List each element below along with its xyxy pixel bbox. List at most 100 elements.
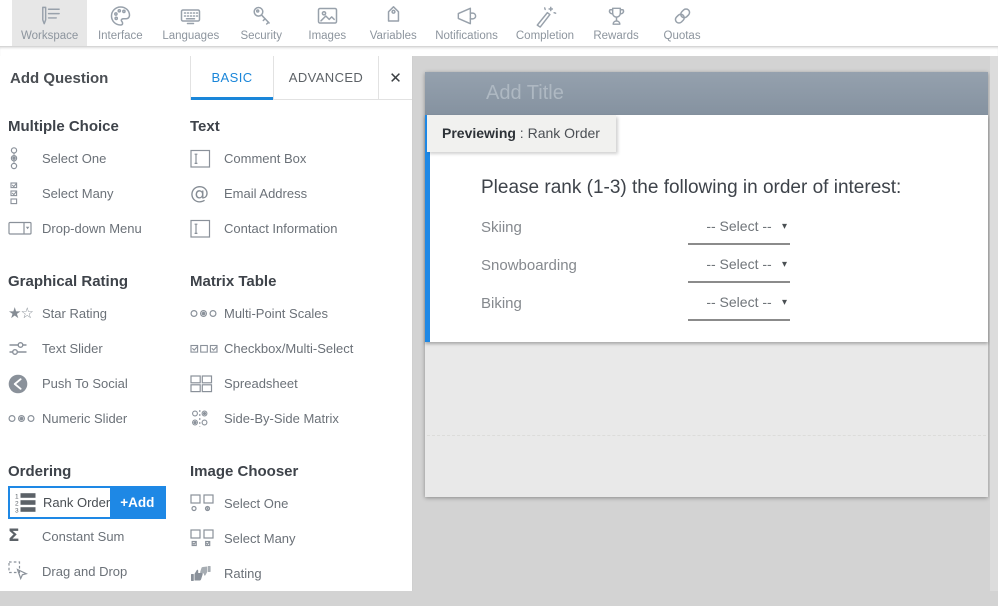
tab-advanced[interactable]: ADVANCED <box>273 56 378 100</box>
toolbar-item-security[interactable]: Security <box>228 0 294 46</box>
question-type-contact-information[interactable]: Contact Information <box>190 211 408 246</box>
rank-rows: Skiing-- Select --▾Snowboarding-- Select… <box>430 208 988 322</box>
variables-icon <box>381 3 406 29</box>
close-icon: ✕ <box>389 69 402 87</box>
section-multiple-choice: Multiple ChoiceSelect OneSelect ManyDrop… <box>8 106 190 246</box>
svg-text:3: 3 <box>15 507 19 513</box>
question-type-label: Select Many <box>224 531 296 546</box>
rank-select-skiing[interactable]: -- Select --▾ <box>688 209 790 245</box>
question-type-drag-and-drop[interactable]: Drag and Drop <box>8 554 190 589</box>
question-type-select-many[interactable]: Select Many <box>8 176 190 211</box>
drag-and-drop-icon <box>8 561 42 582</box>
preview-empty-area <box>425 342 988 497</box>
toolbar-item-images[interactable]: Images <box>294 0 360 46</box>
question-type-side-by-side-matrix[interactable]: Side-By-Side Matrix <box>190 401 408 436</box>
section-graphical-rating: Graphical Rating★☆Star RatingText Slider… <box>8 261 190 436</box>
languages-icon <box>178 3 203 29</box>
toolbar-item-label: Workspace <box>21 30 78 42</box>
question-type-rank-order[interactable]: 123Rank Order+Add <box>8 486 166 519</box>
question-type-sections: Multiple ChoiceSelect OneSelect ManyDrop… <box>0 100 412 606</box>
rewards-icon <box>604 3 629 29</box>
security-icon <box>249 3 274 29</box>
question-type-label: Star Rating <box>42 306 107 321</box>
rank-select-snowboarding[interactable]: -- Select --▾ <box>688 247 790 283</box>
add-button[interactable]: +Add <box>110 488 164 517</box>
select-placeholder: -- Select -- <box>706 256 771 272</box>
toolbar-item-completion[interactable]: Completion <box>507 0 583 46</box>
toolbar-item-interface[interactable]: Interface <box>87 0 153 46</box>
question-type-numeric-slider[interactable]: Numeric Slider <box>8 401 190 436</box>
section-title: Matrix Table <box>190 273 408 290</box>
star-rating-icon: ★☆ <box>8 306 42 321</box>
toolbar-item-quotas[interactable]: Quotas <box>649 0 715 46</box>
section-title: Image Chooser <box>190 463 408 480</box>
question-type-constant-sum[interactable]: ΣConstant Sum <box>8 519 190 554</box>
text-slider-icon <box>8 340 42 357</box>
question-type-label: Rank Order <box>43 495 110 510</box>
rank-row-label: Biking <box>481 295 688 312</box>
add-question-panel: Add Question BASIC ADVANCED ✕ Multiple C… <box>0 56 413 591</box>
toolbar-item-rewards[interactable]: Rewards <box>583 0 649 46</box>
question-type-label: Constant Sum <box>42 529 124 544</box>
question-type-select-one[interactable]: Select One <box>190 486 408 521</box>
toolbar-item-notifications[interactable]: Notifications <box>426 0 507 46</box>
rating-icon <box>190 564 224 583</box>
question-type-spreadsheet[interactable]: Spreadsheet <box>190 366 408 401</box>
toolbar-item-label: Rewards <box>593 30 638 42</box>
question-type-comment-box[interactable]: Comment Box <box>190 141 408 176</box>
dropdown-menu-icon <box>8 220 42 237</box>
question-type-select-one[interactable]: Select One <box>8 141 190 176</box>
question-type-text-slider[interactable]: Text Slider <box>8 331 190 366</box>
contact-info-icon <box>190 219 224 239</box>
section-title: Ordering <box>8 463 190 480</box>
images-icon <box>315 3 340 29</box>
toolbar-item-variables[interactable]: Variables <box>360 0 426 46</box>
previewing-label: Previewing <box>442 125 516 141</box>
rank-order-icon: 123 <box>15 492 43 513</box>
question-type-label: Select One <box>224 496 288 511</box>
multi-point-scales-icon <box>190 307 224 320</box>
comment-box-icon <box>190 149 224 169</box>
image-select-many-icon <box>190 529 224 548</box>
section-title: Text <box>190 118 408 135</box>
close-button[interactable]: ✕ <box>378 56 412 100</box>
question-type-label: Select One <box>42 151 106 166</box>
toolbar-item-label: Languages <box>162 30 219 42</box>
question-type-drop-down-menu[interactable]: Drop-down Menu <box>8 211 190 246</box>
preview-card: Add Title Previewing : Rank Order Please… <box>425 72 988 497</box>
svg-text:1: 1 <box>15 493 19 500</box>
question-type-select-many[interactable]: Select Many <box>190 521 408 556</box>
tab-basic[interactable]: BASIC <box>190 56 273 100</box>
toolbar-item-label: Interface <box>98 30 143 42</box>
question-type-email-address[interactable]: @Email Address <box>190 176 408 211</box>
question-type-multi-point-scales[interactable]: Multi-Point Scales <box>190 296 408 331</box>
add-title-field[interactable]: Add Title <box>425 72 988 115</box>
interface-icon <box>108 3 133 29</box>
question-type-label: Spreadsheet <box>224 376 298 391</box>
top-toolbar: Workspace Interface Languages Security Image… <box>0 0 998 47</box>
toolbar-item-languages[interactable]: Languages <box>153 0 228 46</box>
scrollbar-track[interactable] <box>990 56 998 591</box>
question-type-label: Email Address <box>224 186 307 201</box>
section-title: Graphical Rating <box>8 273 190 290</box>
toolbar-item-label: Quotas <box>664 30 701 42</box>
notifications-icon <box>454 3 479 29</box>
question-type-rating[interactable]: Rating <box>190 556 408 591</box>
numeric-slider-icon <box>8 412 42 425</box>
rank-row-snowboarding: Snowboarding-- Select --▾ <box>430 246 988 284</box>
question-type-checkbox-multi-select[interactable]: Checkbox/Multi-Select <box>190 331 408 366</box>
toolbar-item-workspace[interactable]: Workspace <box>12 0 87 46</box>
select-many-icon <box>8 182 42 205</box>
quotas-icon <box>670 3 695 29</box>
question-type-star-rating[interactable]: ★☆Star Rating <box>8 296 190 331</box>
section-text: Text Comment Box@Email AddressContact Inf… <box>190 106 408 246</box>
toolbar-item-label: Variables <box>370 30 417 42</box>
toolbar-item-label: Notifications <box>435 30 498 42</box>
chevron-down-icon: ▾ <box>782 221 787 232</box>
question-type-push-to-social[interactable]: Push To Social <box>8 366 190 401</box>
side-by-side-matrix-icon <box>190 409 224 429</box>
spreadsheet-icon <box>190 375 224 393</box>
rank-select-biking[interactable]: -- Select --▾ <box>688 285 790 321</box>
toolbar-item-label: Images <box>308 30 346 42</box>
question-type-label: Drag and Drop <box>42 564 127 579</box>
